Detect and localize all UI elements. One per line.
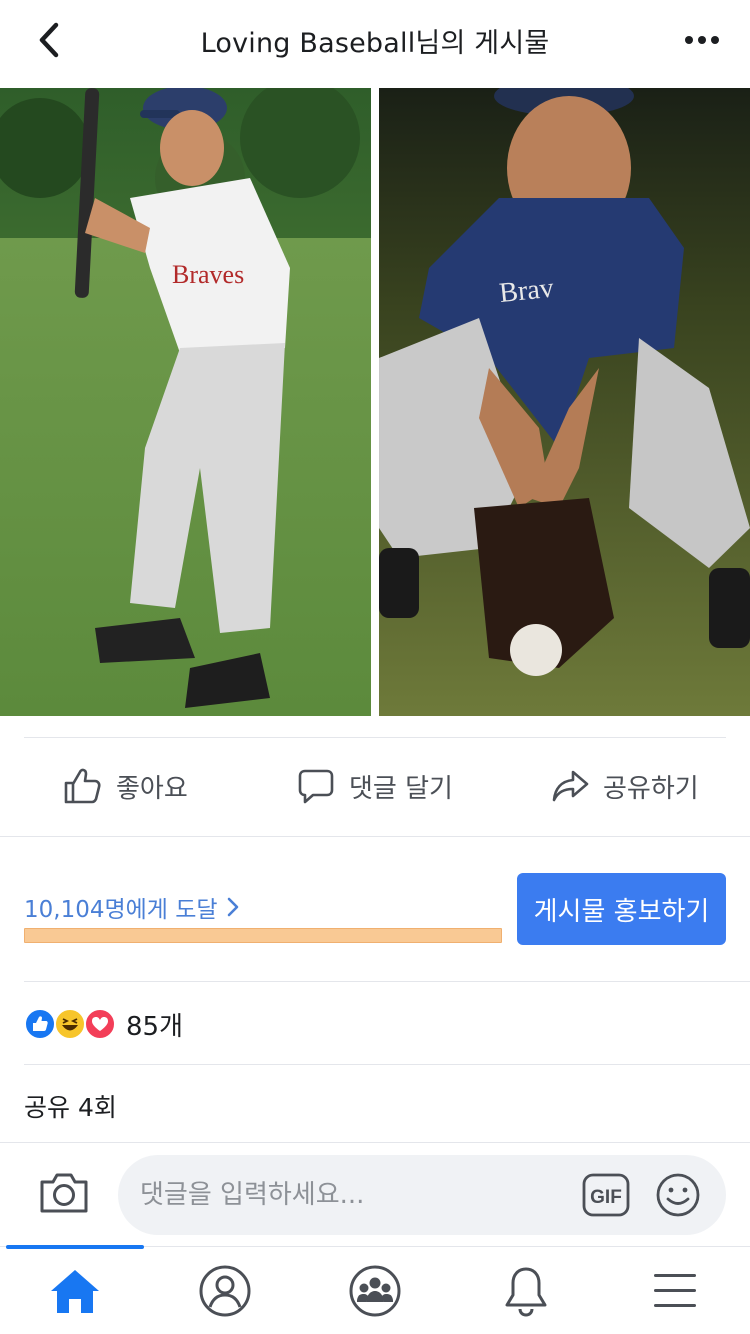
promote-post-button[interactable]: 게시물 홍보하기 (517, 873, 726, 945)
chevron-right-icon (227, 897, 238, 917)
post-photos: Braves Brav (0, 88, 750, 716)
fielding-photo[interactable]: Brav (379, 88, 750, 716)
thumbs-up-icon (64, 768, 101, 804)
bottom-tab-bar (0, 1245, 750, 1334)
comment-box: GIF (118, 1155, 726, 1235)
home-tab[interactable] (45, 1261, 105, 1321)
svg-text:Brav: Brav (498, 273, 555, 310)
app-header: Loving Baseball님의 게시물 (0, 0, 750, 88)
reactions-summary[interactable]: 85개 (24, 1002, 183, 1046)
reach-progress-bar (24, 928, 502, 943)
groups-tab[interactable] (345, 1261, 405, 1321)
page-title: Loving Baseball님의 게시물 (200, 27, 550, 59)
batting-photo[interactable]: Braves (0, 88, 371, 716)
groups-icon (349, 1265, 401, 1317)
bell-icon (505, 1267, 547, 1317)
more-options-button[interactable] (678, 20, 726, 60)
notifications-tab[interactable] (496, 1261, 556, 1321)
like-label: 좋아요 (116, 773, 188, 804)
divider (24, 981, 750, 982)
more-horizontal-icon (685, 36, 719, 44)
chevron-left-icon (39, 22, 59, 58)
gif-icon: GIF (582, 1173, 630, 1217)
divider (0, 836, 750, 837)
share-button[interactable]: 공유하기 (551, 756, 699, 816)
comment-composer: GIF (0, 1142, 750, 1246)
gif-button[interactable]: GIF (582, 1171, 630, 1219)
share-label: 공유하기 (603, 773, 699, 804)
profile-tab[interactable] (195, 1261, 255, 1321)
divider (24, 1064, 750, 1065)
like-button[interactable]: 좋아요 (62, 756, 188, 816)
post-actions: 좋아요 댓글 달기 공유하기 (0, 738, 750, 836)
active-tab-indicator (6, 1245, 144, 1249)
comment-bubble-icon (298, 769, 334, 804)
haha-icon (54, 1008, 86, 1040)
menu-tab[interactable] (645, 1261, 705, 1321)
reaction-count: 85개 (126, 1011, 184, 1042)
like-icon (24, 1008, 56, 1040)
emoji-button[interactable] (654, 1171, 702, 1219)
svg-text:Braves: Braves (172, 260, 244, 289)
reach-link[interactable]: 10,104명에게 도달 (24, 890, 240, 924)
post-insights: 10,104명에게 도달 게시물 홍보하기 (24, 872, 726, 946)
comment-label: 댓글 달기 (349, 773, 453, 804)
profile-icon (199, 1265, 251, 1317)
home-icon (51, 1270, 99, 1313)
emoji-icon (656, 1173, 700, 1217)
camera-icon (40, 1173, 88, 1213)
back-button[interactable] (26, 18, 70, 62)
share-count[interactable]: 공유 4회 (24, 1088, 117, 1124)
camera-button[interactable] (38, 1171, 90, 1219)
svg-text:GIF: GIF (590, 1187, 622, 1208)
share-arrow-icon (552, 770, 589, 802)
comment-button[interactable]: 댓글 달기 (297, 756, 453, 816)
reach-count: 10,104명에게 도달 (24, 897, 218, 923)
comment-input[interactable] (140, 1175, 560, 1215)
love-icon (84, 1008, 116, 1040)
menu-icon (654, 1274, 696, 1307)
